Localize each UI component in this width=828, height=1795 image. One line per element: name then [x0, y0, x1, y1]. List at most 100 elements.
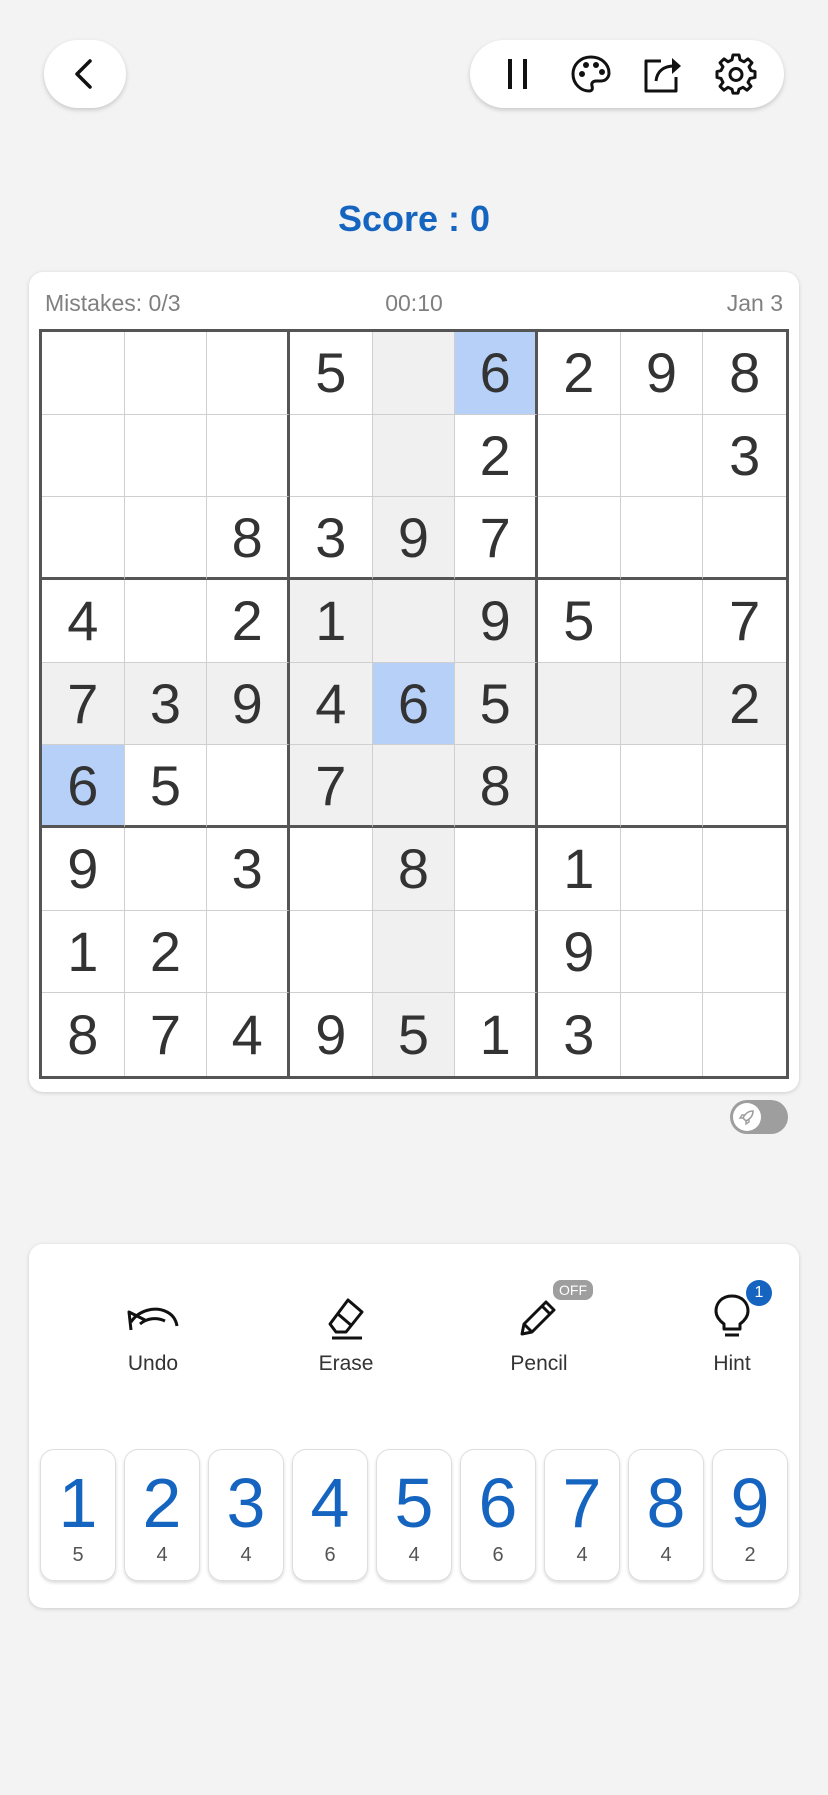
grid-cell[interactable]: 9: [537, 910, 621, 994]
grid-cell[interactable]: 8: [372, 827, 456, 911]
grid-cell[interactable]: [620, 662, 704, 746]
grid-cell[interactable]: 8: [455, 745, 538, 828]
grid-cell[interactable]: [289, 827, 373, 911]
grid-cell[interactable]: 6: [372, 662, 456, 746]
grid-cell[interactable]: 6: [455, 332, 538, 415]
grid-cell[interactable]: [289, 414, 373, 498]
grid-cell[interactable]: [124, 579, 208, 663]
grid-cell[interactable]: 5: [124, 745, 208, 828]
grid-cell[interactable]: 9: [455, 579, 538, 663]
grid-cell[interactable]: 3: [124, 662, 208, 746]
grid-cell[interactable]: [703, 993, 786, 1076]
grid-cell[interactable]: 2: [455, 414, 538, 498]
grid-cell[interactable]: [42, 497, 125, 580]
grid-cell[interactable]: [124, 497, 208, 580]
number-key-7[interactable]: 74: [544, 1449, 620, 1581]
number-key-9[interactable]: 92: [712, 1449, 788, 1581]
grid-cell[interactable]: 9: [207, 662, 290, 746]
number-key-1[interactable]: 15: [40, 1449, 116, 1581]
grid-cell[interactable]: 8: [703, 332, 786, 415]
grid-cell[interactable]: [207, 414, 290, 498]
grid-cell[interactable]: [620, 827, 704, 911]
grid-cell[interactable]: [703, 745, 786, 828]
grid-cell[interactable]: 1: [42, 910, 125, 994]
grid-cell[interactable]: [620, 579, 704, 663]
grid-cell[interactable]: [455, 910, 538, 994]
grid-cell[interactable]: [620, 745, 704, 828]
grid-cell[interactable]: [372, 579, 456, 663]
pause-button[interactable]: [493, 49, 543, 99]
grid-cell[interactable]: 7: [703, 579, 786, 663]
grid-cell[interactable]: 8: [207, 497, 290, 580]
grid-cell[interactable]: 7: [42, 662, 125, 746]
number-key-3[interactable]: 34: [208, 1449, 284, 1581]
grid-cell[interactable]: [207, 910, 290, 994]
grid-cell[interactable]: [537, 497, 621, 580]
grid-cell[interactable]: [703, 497, 786, 580]
undo-button[interactable]: Undo: [93, 1284, 213, 1376]
grid-cell[interactable]: [372, 910, 456, 994]
grid-cell[interactable]: [372, 332, 456, 415]
grid-cell[interactable]: 6: [42, 745, 125, 828]
grid-cell[interactable]: 2: [703, 662, 786, 746]
grid-cell[interactable]: [207, 745, 290, 828]
grid-cell[interactable]: 2: [537, 332, 621, 415]
grid-cell[interactable]: 2: [207, 579, 290, 663]
grid-cell[interactable]: 5: [289, 332, 373, 415]
grid-cell[interactable]: [124, 332, 208, 415]
theme-button[interactable]: [566, 49, 616, 99]
grid-cell[interactable]: 5: [372, 993, 456, 1076]
number-key-2[interactable]: 24: [124, 1449, 200, 1581]
grid-cell[interactable]: 3: [207, 827, 290, 911]
grid-cell[interactable]: 9: [372, 497, 456, 580]
grid-cell[interactable]: [703, 827, 786, 911]
number-key-6[interactable]: 66: [460, 1449, 536, 1581]
grid-cell[interactable]: 1: [537, 827, 621, 911]
erase-button[interactable]: Erase: [286, 1284, 406, 1376]
grid-cell[interactable]: [372, 745, 456, 828]
grid-cell[interactable]: 4: [42, 579, 125, 663]
number-key-5[interactable]: 54: [376, 1449, 452, 1581]
pencil-button[interactable]: OFF Pencil: [479, 1278, 599, 1376]
grid-cell[interactable]: [289, 910, 373, 994]
number-key-4[interactable]: 46: [292, 1449, 368, 1581]
grid-cell[interactable]: [537, 414, 621, 498]
grid-cell[interactable]: 4: [207, 993, 290, 1076]
grid-cell[interactable]: 9: [42, 827, 125, 911]
boost-toggle[interactable]: [730, 1100, 788, 1134]
grid-cell[interactable]: [124, 827, 208, 911]
grid-cell[interactable]: [207, 332, 290, 415]
grid-cell[interactable]: 4: [289, 662, 373, 746]
hint-button[interactable]: 1 Hint: [672, 1280, 792, 1376]
grid-cell[interactable]: 3: [537, 993, 621, 1076]
grid-cell[interactable]: 5: [537, 579, 621, 663]
grid-cell[interactable]: 7: [455, 497, 538, 580]
grid-cell[interactable]: [537, 662, 621, 746]
grid-cell[interactable]: 5: [455, 662, 538, 746]
grid-cell[interactable]: [537, 745, 621, 828]
grid-cell[interactable]: [620, 414, 704, 498]
grid-cell[interactable]: 3: [703, 414, 786, 498]
back-button[interactable]: [44, 40, 126, 108]
grid-cell[interactable]: 2: [124, 910, 208, 994]
grid-cell[interactable]: 9: [289, 993, 373, 1076]
grid-cell[interactable]: [620, 497, 704, 580]
grid-cell[interactable]: [455, 827, 538, 911]
grid-cell[interactable]: 8: [42, 993, 125, 1076]
grid-cell[interactable]: [703, 910, 786, 994]
grid-cell[interactable]: 7: [124, 993, 208, 1076]
grid-cell[interactable]: [620, 993, 704, 1076]
grid-cell[interactable]: 7: [289, 745, 373, 828]
grid-cell[interactable]: [372, 414, 456, 498]
grid-cell[interactable]: [42, 332, 125, 415]
grid-cell[interactable]: 3: [289, 497, 373, 580]
settings-button[interactable]: [711, 49, 761, 99]
grid-cell[interactable]: 1: [289, 579, 373, 663]
grid-cell[interactable]: [42, 414, 125, 498]
number-key-8[interactable]: 84: [628, 1449, 704, 1581]
grid-cell[interactable]: 9: [620, 332, 704, 415]
grid-cell[interactable]: 1: [455, 993, 538, 1076]
share-button[interactable]: [638, 49, 688, 99]
grid-cell[interactable]: [124, 414, 208, 498]
grid-cell[interactable]: [620, 910, 704, 994]
